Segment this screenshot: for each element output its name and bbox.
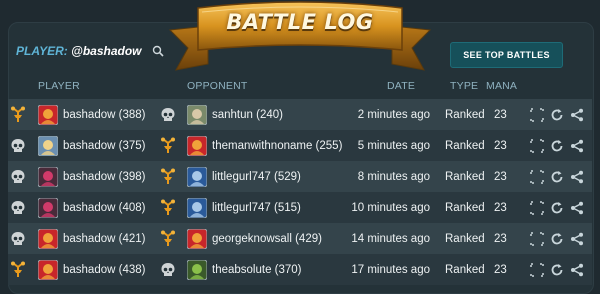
blue-knight-avatar[interactable]	[187, 197, 207, 218]
view-battle-icon[interactable]	[530, 169, 544, 184]
battle-type: Ranked	[445, 201, 485, 214]
skull-icon	[160, 107, 176, 123]
battle-date: 17 minutes ago	[351, 263, 430, 276]
opponent-name-link[interactable]: theabsolute (370)	[212, 264, 302, 276]
mana-cap: 23	[494, 170, 507, 183]
win-icon	[160, 168, 176, 186]
share-icon[interactable]	[570, 201, 584, 215]
view-battle-icon[interactable]	[530, 107, 544, 122]
battle-type: Ranked	[445, 108, 485, 121]
player-label: PLAYER: @bashadow	[16, 44, 142, 58]
view-battle-icon[interactable]	[530, 231, 544, 246]
win-icon	[10, 106, 26, 124]
battle-date: 10 minutes ago	[351, 201, 430, 214]
mana-cap: 23	[494, 232, 507, 245]
replay-icon[interactable]	[550, 263, 564, 277]
battle-log-banner: BATTLE LOG	[168, 0, 432, 78]
see-top-battles-button[interactable]: SEE TOP BATTLES	[450, 42, 563, 68]
skull-icon	[10, 231, 26, 247]
column-header-type[interactable]: TYPE	[450, 80, 478, 92]
replay-icon[interactable]	[550, 232, 564, 246]
goblin-avatar[interactable]	[187, 259, 207, 280]
win-icon	[160, 199, 176, 217]
skull-icon	[10, 200, 26, 216]
skull-icon	[10, 169, 26, 185]
red-dragon-avatar[interactable]	[38, 104, 58, 125]
column-header-opponent[interactable]: OPPONENT	[187, 80, 248, 92]
old-man-avatar[interactable]	[187, 104, 207, 125]
share-icon[interactable]	[570, 139, 584, 153]
view-battle-icon[interactable]	[530, 138, 544, 153]
battle-row[interactable]: bashadow (375) themanwithnoname (255) 5 mi…	[8, 130, 592, 161]
column-header-player[interactable]: PLAYER	[38, 80, 80, 92]
battle-row[interactable]: bashadow (438) theabsolute (370) 17 minute…	[8, 254, 592, 285]
battle-type: Ranked	[445, 170, 485, 183]
mana-cap: 23	[494, 108, 507, 121]
battle-type: Ranked	[445, 139, 485, 152]
battle-type: Ranked	[445, 232, 485, 245]
battle-date: 5 minutes ago	[357, 139, 430, 152]
search-icon[interactable]	[152, 45, 164, 57]
battle-row[interactable]: bashadow (421) georgeknowsall (429) 14 min…	[8, 223, 592, 254]
player-name-link[interactable]: bashadow (388)	[63, 109, 145, 121]
red-dragon-avatar[interactable]	[187, 228, 207, 249]
battle-row[interactable]: bashadow (398) littlegurl747 (529) 8 minut…	[8, 161, 592, 192]
mana-cap: 23	[494, 139, 507, 152]
skull-icon	[160, 262, 176, 278]
player-name-link[interactable]: bashadow (375)	[63, 140, 145, 152]
replay-icon[interactable]	[550, 108, 564, 122]
dark-warrior-avatar[interactable]	[38, 166, 58, 187]
view-battle-icon[interactable]	[530, 262, 544, 277]
player-name-link[interactable]: bashadow (438)	[63, 264, 145, 276]
player-name-link[interactable]: bashadow (408)	[63, 202, 145, 214]
opponent-name-link[interactable]: georgeknowsall (429)	[212, 233, 322, 245]
blue-knight-avatar[interactable]	[187, 166, 207, 187]
share-icon[interactable]	[570, 108, 584, 122]
replay-icon[interactable]	[550, 139, 564, 153]
battle-date: 2 minutes ago	[357, 108, 430, 121]
battle-date: 14 minutes ago	[351, 232, 430, 245]
player-name-link[interactable]: bashadow (421)	[63, 233, 145, 245]
replay-icon[interactable]	[550, 201, 564, 215]
skull-icon	[10, 138, 26, 154]
player-name-link[interactable]: bashadow (398)	[63, 171, 145, 183]
banner-title: BATTLE LOG	[226, 10, 374, 34]
dark-warrior-avatar[interactable]	[38, 197, 58, 218]
column-header-date[interactable]: DATE	[387, 80, 415, 92]
mana-cap: 23	[494, 201, 507, 214]
win-icon	[160, 137, 176, 155]
player-label-prefix: PLAYER:	[16, 44, 68, 58]
blonde-avatar[interactable]	[38, 135, 58, 156]
view-battle-icon[interactable]	[530, 200, 544, 215]
opponent-name-link[interactable]: themanwithnoname (255)	[212, 140, 342, 152]
battle-type: Ranked	[445, 263, 485, 276]
opponent-name-link[interactable]: littlegurl747 (529)	[212, 171, 301, 183]
share-icon[interactable]	[570, 232, 584, 246]
share-icon[interactable]	[570, 263, 584, 277]
opponent-name-link[interactable]: littlegurl747 (515)	[212, 202, 301, 214]
red-dragon-avatar[interactable]	[38, 228, 58, 249]
replay-icon[interactable]	[550, 170, 564, 184]
share-icon[interactable]	[570, 170, 584, 184]
opponent-name-link[interactable]: sanhtun (240)	[212, 109, 283, 121]
win-icon	[10, 261, 26, 279]
mana-cap: 23	[494, 263, 507, 276]
red-dragon-avatar[interactable]	[187, 135, 207, 156]
battle-row[interactable]: bashadow (408) littlegurl747 (515) 10 minu…	[8, 192, 592, 223]
battle-date: 8 minutes ago	[357, 170, 430, 183]
column-header-mana[interactable]: MANA	[486, 80, 517, 92]
player-name: @bashadow	[71, 44, 142, 58]
win-icon	[160, 230, 176, 248]
battle-row[interactable]: bashadow (388) sanhtun (240) 2 minutes ago…	[8, 99, 592, 130]
red-dragon-avatar[interactable]	[38, 259, 58, 280]
